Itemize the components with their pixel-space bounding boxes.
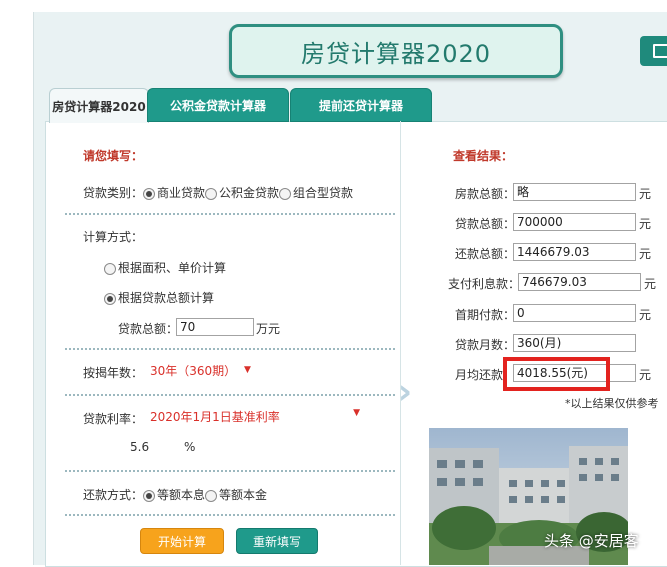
- calc-method-option-area: 根据面积、单价计算: [104, 259, 226, 276]
- monitor-icon: [653, 44, 667, 58]
- loan-total-input[interactable]: 70: [176, 318, 254, 336]
- loan-total-label: 贷款总额：: [118, 320, 178, 337]
- tab-prepayment-calculator[interactable]: 提前还贷计算器: [290, 88, 432, 122]
- tab-mortgage-calculator[interactable]: 房贷计算器2020: [49, 88, 149, 123]
- divider-dots: [65, 348, 395, 350]
- radio-loan-total[interactable]: [104, 293, 116, 305]
- result-unit: 元: [639, 245, 651, 262]
- option-equal-installment: 等额本息: [157, 488, 205, 502]
- result-unit: 元: [639, 215, 651, 232]
- watermark: 头条 @安居客: [544, 530, 639, 551]
- option-commercial-loan: 商业贷款: [157, 186, 205, 200]
- years-label: 按揭年数：: [83, 364, 143, 381]
- dropdown-arrow-icon: ▼: [353, 408, 360, 418]
- start-calculation-button[interactable]: 开始计算: [140, 528, 224, 554]
- result-house-total: 略: [513, 183, 636, 201]
- result-repay-total: 1446679.03: [513, 243, 636, 261]
- result-label-down-payment: 首期付款：: [455, 306, 515, 323]
- rate-value: 2020年1月1日基准利率: [150, 410, 280, 424]
- radio-housing-fund-loan[interactable]: [205, 188, 217, 200]
- divider-dots: [65, 470, 395, 472]
- highlight-box: [503, 357, 610, 391]
- years-value: 30年（360期）: [150, 364, 236, 378]
- option-housing-fund-loan: 公积金贷款: [219, 186, 279, 200]
- years-select[interactable]: 30年（360期） ▼: [150, 362, 247, 379]
- result-months: 360(月): [513, 334, 636, 352]
- option-area-price: 根据面积、单价计算: [118, 261, 226, 275]
- result-label-repay-total: 还款总额：: [455, 245, 515, 262]
- result-unit: 元: [644, 275, 656, 292]
- divider-dots: [65, 213, 395, 215]
- result-down-payment: 0: [513, 304, 636, 322]
- repay-method-label: 还款方式：: [83, 488, 143, 502]
- result-unit: 元: [639, 185, 651, 202]
- dropdown-arrow-icon: ▼: [244, 365, 251, 375]
- result-unit: 元: [639, 306, 651, 323]
- radio-equal-installment[interactable]: [143, 490, 155, 502]
- result-label-loan-total: 贷款总额：: [455, 215, 515, 232]
- rate-select[interactable]: 2020年1月1日基准利率 ▼: [150, 408, 364, 425]
- divider-dots: [65, 394, 395, 396]
- repay-method-row: 还款方式： 等额本息等额本金: [83, 486, 267, 503]
- rate-input[interactable]: 5.6: [130, 440, 149, 454]
- panel-divider: [400, 121, 401, 565]
- loan-type-row: 贷款类别： 商业贷款公积金贷款组合型贷款: [83, 184, 353, 201]
- tab-housing-fund-calculator[interactable]: 公积金贷款计算器: [147, 88, 289, 122]
- result-interest: 746679.03: [518, 273, 641, 291]
- calc-method-option-total: 根据贷款总额计算: [104, 289, 214, 306]
- result-note: *以上结果仅供参考: [565, 395, 659, 411]
- loan-type-label: 贷款类别：: [83, 186, 143, 200]
- loan-total-unit: 万元: [256, 320, 280, 337]
- option-loan-total: 根据贷款总额计算: [118, 291, 214, 305]
- corner-button[interactable]: [640, 36, 667, 66]
- result-label-interest: 支付利息款：: [448, 275, 520, 292]
- radio-combined-loan[interactable]: [279, 188, 291, 200]
- result-label-months: 贷款月数：: [455, 336, 515, 353]
- calc-method-label: 计算方式：: [83, 228, 143, 245]
- option-combined-loan: 组合型贷款: [293, 186, 353, 200]
- results-section-title: 查看结果：: [453, 147, 513, 164]
- option-equal-principal: 等额本金: [219, 488, 267, 502]
- radio-commercial-loan[interactable]: [143, 188, 155, 200]
- divider-dots: [65, 514, 395, 516]
- tab-bar: 房贷计算器2020 公积金贷款计算器 提前还贷计算器: [45, 88, 667, 122]
- form-section-title: 请您填写：: [83, 147, 143, 164]
- radio-area-price[interactable]: [104, 263, 116, 275]
- rate-unit: %: [184, 440, 195, 454]
- result-unit: 元: [639, 366, 651, 383]
- reset-button[interactable]: 重新填写: [236, 528, 318, 554]
- rate-label: 贷款利率：: [83, 410, 143, 427]
- page-title: 房贷计算器2020: [229, 24, 563, 78]
- radio-equal-principal[interactable]: [205, 490, 217, 502]
- result-loan-total: 700000: [513, 213, 636, 231]
- result-label-house-total: 房款总额：: [455, 185, 515, 202]
